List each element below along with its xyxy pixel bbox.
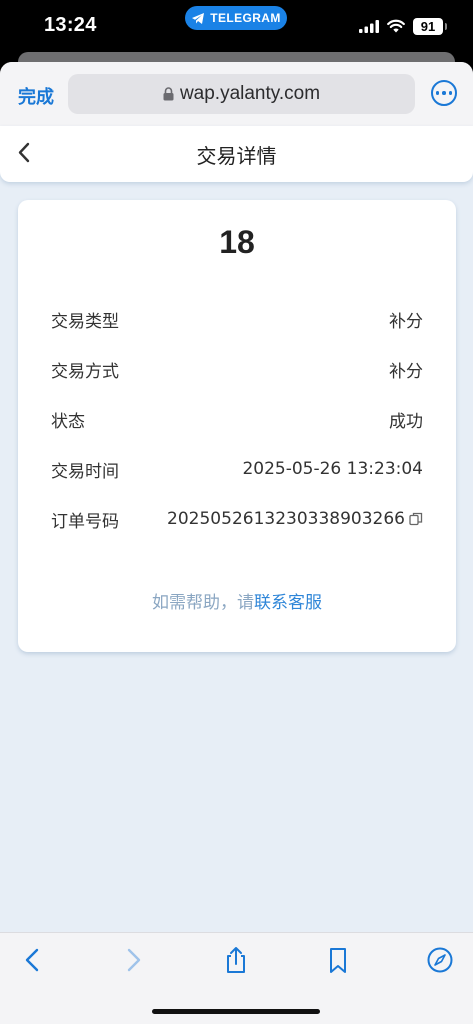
more-dot [435,91,440,95]
browser-top-bar: 完成 wap.yalanty.com [0,62,473,126]
transaction-amount: 18 [219,224,255,260]
order-number-text: 20250526132303389032​66 [167,509,405,529]
address-bar[interactable]: wap.yalanty.com [68,74,415,114]
detail-row-method: 交易方式 补分 [51,357,423,382]
webpage: 交易详情 18 交易类型 补分 交易方式 补分 状态 成功 交易时间 2025-… [0,126,473,932]
row-value: 补分 [389,361,423,382]
more-dot [448,91,453,95]
telegram-return-pill[interactable]: TELEGRAM [185,6,287,30]
detail-row-type: 交易类型 补分 [51,307,423,332]
bookmark-icon[interactable] [323,945,353,975]
row-label: 状态 [51,411,85,432]
copy-icon[interactable] [409,512,423,526]
lock-icon [163,87,174,101]
row-label: 交易类型 [51,311,119,332]
forward-nav-icon[interactable] [118,945,148,975]
detail-row-order-number: 订单号码 20250526132303389032​66 [51,507,423,532]
row-label: 订单号码 [51,511,119,532]
home-indicator [152,1009,320,1014]
help-prefix: 如需帮助，请 [152,593,254,613]
more-dot [442,91,446,95]
row-label: 交易时间 [51,461,119,482]
browser-toolbar [0,932,473,1024]
contact-support-link[interactable]: 联系客服 [254,593,322,613]
battery-indicator: 91 [413,17,447,35]
status-icons: 91 [359,16,447,36]
url-text: wap.yalanty.com [179,83,321,104]
done-button[interactable]: 完成 [18,83,54,109]
help-line: 如需帮助，请联系客服 [18,588,456,613]
share-icon[interactable] [221,945,251,975]
more-icon[interactable] [431,80,457,106]
order-number-value: 20250526132303389032​66 [167,509,423,529]
status-bar: 13:24 TELEGRAM 91 [0,0,473,52]
row-value: 补分 [389,311,423,332]
telegram-pill-label: TELEGRAM [210,11,281,25]
wifi-icon [387,19,405,33]
status-time: 13:24 [44,14,97,36]
back-nav-icon[interactable] [18,945,48,975]
row-value: 成功 [389,411,423,432]
page-title: 交易详情 [196,144,277,168]
transaction-detail-card: 18 交易类型 补分 交易方式 补分 状态 成功 交易时间 2025-05-26… [18,200,456,652]
row-label: 交易方式 [51,361,119,382]
compass-icon[interactable] [425,945,455,975]
signal-icon [359,19,379,33]
row-value: 2025-05-26 13:23:04 [242,459,423,479]
detail-row-status: 状态 成功 [51,407,423,432]
page-header: 交易详情 [0,126,473,182]
in-app-browser: 完成 wap.yalanty.com 交易详情 18 交易类型 补分 交易方式 … [0,62,473,1024]
telegram-icon [192,12,205,24]
detail-row-time: 交易时间 2025-05-26 13:23:04 [51,457,423,482]
